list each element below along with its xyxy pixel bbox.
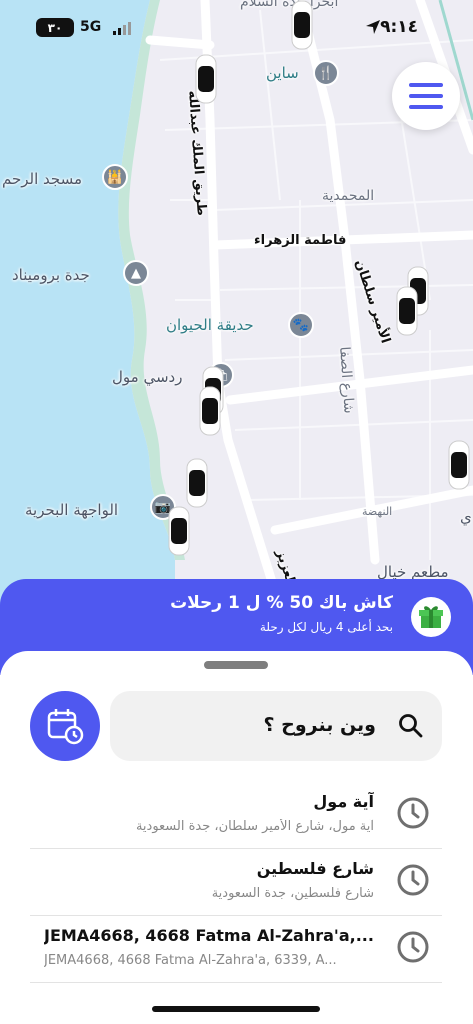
park-pin-icon: ▲ — [123, 260, 149, 286]
search-placeholder: وين بنروح ؟ — [263, 714, 376, 736]
promo-title: كاش باك 50 % ل 1 رحلات — [170, 593, 393, 613]
recent-title: شارع فلسطين — [256, 859, 374, 878]
promo-subtitle: بحد أعلى 4 ريال لكل رحلة — [259, 620, 393, 634]
mosque-pin-icon: 🕌 — [102, 164, 128, 190]
recent-subtitle: آية مول، شارع الأمير سلطان، جدة السعودية — [135, 819, 374, 834]
map-label-sain: ساين — [266, 64, 299, 82]
calendar-clock-icon — [47, 709, 84, 745]
history-clock-icon — [397, 864, 429, 896]
destination-search-input[interactable]: وين بنروح ؟ — [110, 691, 442, 761]
recent-subtitle: شارع فلسطين، جدة السعودية — [211, 886, 374, 901]
battery-indicator: ٣٠ — [36, 18, 74, 37]
divider — [30, 982, 442, 983]
sheet-drag-handle[interactable] — [204, 661, 268, 669]
car-marker-icon — [186, 458, 208, 508]
menu-button[interactable] — [392, 62, 460, 130]
schedule-ride-button[interactable] — [30, 691, 100, 761]
network-type: 5G — [80, 19, 102, 35]
gift-icon — [411, 597, 451, 637]
car-marker-icon — [199, 386, 221, 436]
divider — [30, 848, 442, 849]
search-icon — [399, 714, 423, 738]
map-label-mohammadia: المحمدية — [322, 188, 375, 204]
paw-pin-icon: 🐾 — [288, 312, 314, 338]
divider — [30, 915, 442, 916]
map-label-mall: ردسي مول — [112, 368, 183, 386]
recent-destination-item[interactable]: JEMA4668, 4668 Fatma Al-Zahra'a,... JEMA… — [30, 918, 442, 984]
recent-subtitle: JEMA4668, 4668 Fatma Al-Zahra'a, 6339, A… — [44, 953, 337, 968]
car-marker-icon — [396, 286, 418, 336]
map-label-fatma: فاطمة الزهراء — [254, 233, 347, 248]
location-arrow-icon — [366, 20, 380, 34]
map-label-waterfront: الواجهة البحرية — [25, 501, 119, 519]
map-label-nahda: النهضة — [362, 505, 393, 518]
history-clock-icon — [397, 931, 429, 963]
car-marker-icon — [168, 506, 190, 556]
recent-destination-item[interactable]: شارع فلسطين شارع فلسطين، جدة السعودية — [30, 851, 442, 917]
hamburger-icon — [409, 83, 443, 109]
home-indicator[interactable] — [152, 1006, 320, 1012]
map-label-right-edge: ي — [460, 508, 472, 526]
recent-title: آية مول — [313, 792, 374, 811]
status-time: ٩:١٤ — [380, 17, 418, 37]
signal-bars-icon — [113, 22, 131, 35]
car-marker-icon — [448, 440, 470, 490]
history-clock-icon — [397, 797, 429, 829]
bottom-sheet: وين بنروح ؟ آية مول آية مول، شارع الأمير… — [0, 651, 473, 1024]
map-label-promenade: جدة بروميناد — [12, 266, 90, 284]
recent-destination-item[interactable]: آية مول آية مول، شارع الأمير سلطان، جدة … — [30, 784, 442, 850]
car-marker-icon — [195, 54, 217, 104]
map-label-mosque: مسجد الرحم — [2, 170, 83, 188]
status-bar: ٣٠ 5G ٩:١٤ — [0, 0, 473, 58]
recent-title: JEMA4668, 4668 Fatma Al-Zahra'a,... — [44, 926, 374, 945]
restaurant-pin-icon: 🍴 — [313, 60, 339, 86]
map-label-zoo: حديقة الحيوان — [166, 316, 254, 334]
